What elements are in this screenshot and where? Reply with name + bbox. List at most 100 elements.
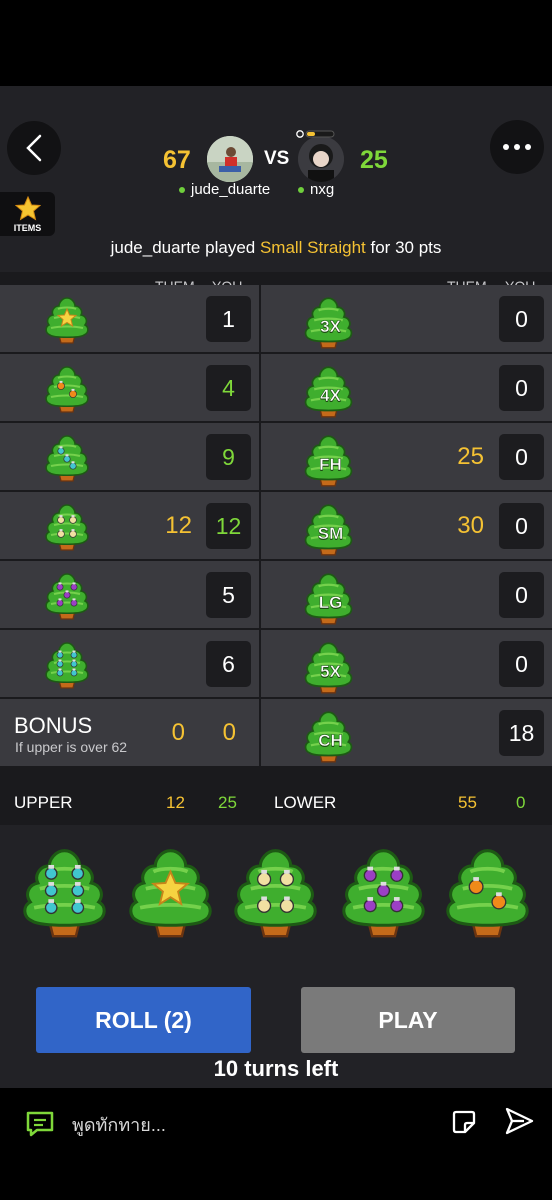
lower-you-value: 0 [499,365,544,411]
right-player-score: 25 [360,146,388,174]
chevron-left-icon [26,134,42,162]
turns-left-text: 10 turns left [213,1056,339,1081]
lower-you-value: 0 [499,296,544,342]
lower-row-sm[interactable]: SM 30 0 [261,492,552,559]
tree-badge-icon: FH [301,433,356,493]
upper-row-6[interactable]: 6 [0,630,259,697]
online-dot-icon [298,186,304,193]
upper-them-value [142,561,192,628]
category-label: LG [318,593,343,613]
left-player-score: 67 [163,146,191,174]
lower-them-value [434,561,484,628]
tree-badge-icon: CH [301,709,356,769]
send-icon[interactable] [504,1106,534,1136]
lower-you-value: 0 [499,641,544,687]
right-player-avatar[interactable] [298,136,344,182]
last-play-verb: played [200,238,260,257]
last-play-message: jude_duarte played Small Straight for 30… [0,238,552,258]
back-button[interactable] [7,121,61,175]
lower-you-value: 0 [499,572,544,618]
sticker-icon[interactable] [451,1109,477,1135]
lower-you-value: 0 [499,434,544,480]
tree-badge-icon: 3X [301,295,356,355]
upper-total-them: 12 [166,793,185,812]
upper-total-you: 25 [218,793,237,812]
last-play-suffix: for 30 pts [365,238,442,257]
upper-them-value [142,354,192,421]
tree-teal-ornaments-3-icon [42,433,92,488]
lower-you-value: 18 [499,710,544,756]
star-icon [15,196,41,221]
tree-badge-icon: SM [301,502,356,562]
right-player-name-row: nxg [298,181,334,198]
lower-total-you: 0 [516,793,526,812]
right-player-name: nxg [310,181,335,198]
category-label: SM [317,524,344,544]
upper-you-value: 12 [206,503,251,549]
tree-cream-ornaments-4-icon [42,502,92,557]
die-star-1-die[interactable] [123,845,218,945]
lower-them-value [434,630,484,697]
left-player-name: jude_duarte [191,181,271,198]
upper-row-2[interactable]: 4 [0,354,259,421]
lower-them-value: 30 [457,511,484,539]
lower-you-value: 0 [499,503,544,549]
upper-you-value: 9 [206,434,251,480]
upper-them-value [142,423,192,490]
totals-bar: UPPER 12 25 LOWER 55 0 [0,779,552,825]
items-button[interactable]: ITEMS [0,192,55,236]
upper-row-5[interactable]: 5 [0,561,259,628]
tree-badge-icon: 4X [301,364,356,424]
tree-star-icon [42,295,92,350]
lower-row-lg[interactable]: LG 0 [261,561,552,628]
category-label: CH [318,731,343,751]
right-player-timer [296,126,336,138]
chat-input[interactable]: พูดทักทาย... [72,1110,166,1139]
lower-row-3x[interactable]: 3X 0 [261,285,552,352]
tree-badge-icon: 5X [301,640,356,700]
tree-teal-ornaments-6-icon [42,640,92,695]
play-button[interactable]: PLAY [301,987,515,1053]
roll-button[interactable]: ROLL (2) [36,987,251,1053]
last-play-player: jude_duarte [110,238,201,257]
lower-row-fh[interactable]: FH 25 0 [261,423,552,490]
upper-them-value [142,630,192,697]
upper-you-value: 6 [206,641,251,687]
lower-total-label: LOWER [274,793,337,812]
items-label: ITEMS [13,223,42,233]
upper-row-4[interactable]: 12 12 [0,492,259,559]
upper-you-value: 1 [206,296,251,342]
die-teal-6-die[interactable] [17,845,112,945]
category-label: FH [319,455,342,475]
left-player-avatar[interactable] [207,136,253,182]
upper-you-value: 4 [206,365,251,411]
ellipsis-icon [503,144,531,150]
lower-row-ch[interactable]: CH 18 [261,699,552,766]
lower-total-them: 55 [458,793,477,812]
bonus-title: BONUS [14,713,93,738]
tree-badge-icon: LG [301,571,356,631]
bonus-row: BONUS If upper is over 62 0 0 [0,699,259,766]
last-play-category: Small Straight [259,238,366,257]
category-label: 5X [320,662,341,682]
upper-them-value: 12 [165,511,192,539]
category-label: 3X [320,317,341,337]
upper-total-label: UPPER [14,793,73,812]
lower-them-value [434,285,484,352]
lower-them-value [434,354,484,421]
die-cream-4-die[interactable] [228,845,323,945]
lower-row-5x[interactable]: 5X 0 [261,630,552,697]
bonus-subtitle: If upper is over 62 [15,739,128,755]
upper-them-value [142,285,192,352]
score-table: THEM YOU THEM YOU 149121256BONUSIf upper… [0,272,552,824]
die-orange-2-die[interactable] [440,845,535,945]
chat-bubble-icon[interactable] [25,1110,55,1138]
lower-them-value: 25 [457,442,484,470]
online-dot-icon [179,186,185,193]
lower-row-4x[interactable]: 4X 0 [261,354,552,421]
upper-row-3[interactable]: 9 [0,423,259,490]
more-options-button[interactable] [490,120,544,174]
upper-row-1[interactable]: 1 [0,285,259,352]
game-board: 67 VS 25 jude_duarte nxg ITEMS jude_duar… [0,86,552,1088]
die-purple-5-die[interactable] [336,845,431,945]
